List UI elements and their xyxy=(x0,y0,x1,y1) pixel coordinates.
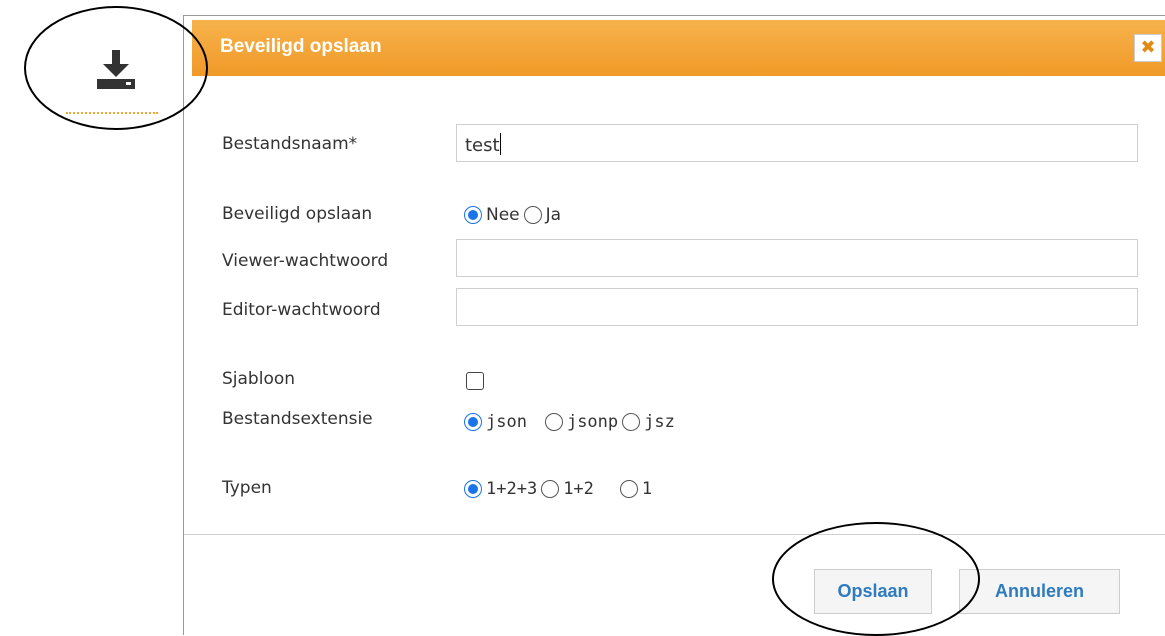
editor-password-field[interactable] xyxy=(456,288,1138,326)
secure-radio-nee[interactable] xyxy=(464,206,482,224)
extension-radio-jsonp[interactable] xyxy=(544,413,563,431)
active-tab-underline xyxy=(66,112,158,114)
save-dialog: Beveiligd opslaan ✖ Bestandsnaam* test B… xyxy=(183,15,1165,635)
extension-option-jsonp: jsonp xyxy=(566,412,619,432)
secure-radio-ja[interactable] xyxy=(523,206,542,224)
save-button[interactable]: Opslaan xyxy=(814,569,932,614)
types-option-12: 1+2 xyxy=(563,479,594,499)
secure-option-ja: Ja xyxy=(545,205,562,225)
filename-value: test xyxy=(465,135,500,156)
extension-label: Bestandsextensie xyxy=(222,409,373,429)
extension-option-jsz: jsz xyxy=(644,412,675,432)
secure-option-nee: Nee xyxy=(486,205,520,225)
dialog-titlebar: Beveiligd opslaan ✖ xyxy=(192,20,1165,76)
download-icon[interactable] xyxy=(95,50,137,90)
close-button[interactable]: ✖ xyxy=(1134,34,1162,62)
types-radio-1[interactable] xyxy=(619,480,638,498)
extension-options: json jsonp jsz xyxy=(464,412,679,432)
secure-label: Beveiligd opslaan xyxy=(222,204,373,224)
types-label: Typen xyxy=(222,478,272,498)
filename-field[interactable]: test xyxy=(456,124,1138,162)
types-radio-123[interactable] xyxy=(464,480,482,498)
filename-label: Bestandsnaam* xyxy=(222,134,358,154)
secure-options: Nee Ja xyxy=(464,205,565,225)
extension-radio-jsz[interactable] xyxy=(622,413,641,431)
close-icon: ✖ xyxy=(1140,37,1156,58)
template-label: Sjabloon xyxy=(222,369,296,389)
extension-option-json: json xyxy=(486,412,527,432)
types-option-123: 1+2+3 xyxy=(486,479,538,499)
template-checkbox[interactable] xyxy=(466,372,484,390)
extension-radio-json[interactable] xyxy=(464,413,482,431)
footer-divider xyxy=(184,534,1165,535)
editor-password-label: Editor-wachtwoord xyxy=(222,300,381,320)
toolbar-strip xyxy=(0,0,180,634)
cancel-button[interactable]: Annuleren xyxy=(959,569,1120,614)
types-radio-12[interactable] xyxy=(541,480,560,498)
dialog-title: Beveiligd opslaan xyxy=(220,36,382,57)
types-option-1: 1 xyxy=(641,479,653,499)
text-caret xyxy=(499,133,501,155)
viewer-password-field[interactable] xyxy=(456,239,1138,277)
types-options: 1+2+3 1+2 1 xyxy=(464,479,656,499)
viewer-password-label: Viewer-wachtwoord xyxy=(222,251,389,271)
